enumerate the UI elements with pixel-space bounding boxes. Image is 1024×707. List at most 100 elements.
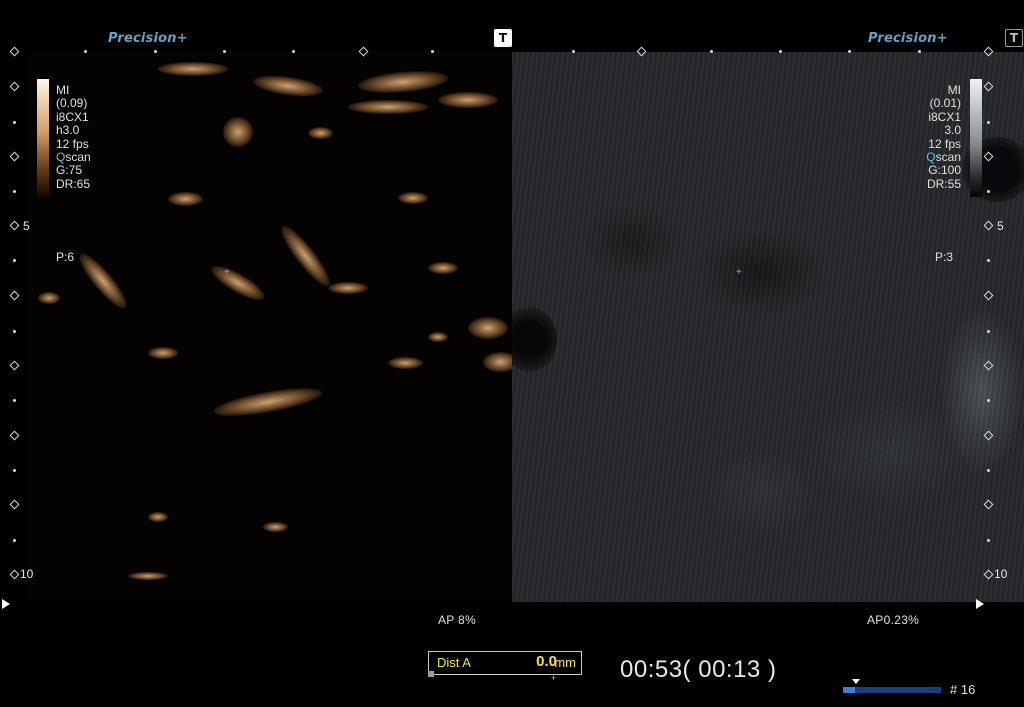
contrast-signal: [252, 72, 324, 100]
lateral-scale-dot: [779, 50, 782, 53]
depth-label-10-right: 10: [994, 567, 1008, 581]
contrast-image-pane[interactable]: +: [28, 52, 512, 602]
cine-timer: 00:53( 00:13 ): [620, 656, 777, 683]
depth-scale-dot: [987, 469, 990, 472]
contrast-signal: [468, 317, 508, 339]
cine-progress-fill: [843, 687, 855, 693]
depth-scale-marker-icon: [9, 360, 20, 371]
depth-scale-dot: [13, 259, 16, 262]
param-freq: h3.0: [56, 123, 80, 138]
depth-scale-dot: [987, 190, 990, 193]
contrast-colormap-bar: [37, 79, 49, 197]
depth-scale-dot: [987, 259, 990, 262]
distance-unit: mm: [554, 655, 576, 670]
contrast-signal: [348, 100, 428, 114]
param-fps: 12 fps: [928, 136, 961, 151]
contrast-signal: [357, 68, 449, 96]
depth-scale-dot: [13, 330, 16, 333]
lateral-scale-dot: [154, 50, 157, 53]
contrast-signal: [168, 192, 203, 206]
focus-crosshair-icon: +: [224, 267, 230, 278]
param-persistence-left: P:6: [56, 250, 75, 264]
param-persistence-right: P:3: [935, 250, 954, 264]
depth-scale-dot: [987, 539, 990, 542]
contrast-signal: [275, 220, 336, 292]
cine-progress-bar[interactable]: [843, 687, 941, 693]
param-probe: i8CX1: [56, 109, 89, 124]
distance-label: Dist A: [437, 655, 471, 670]
contrast-signal: [428, 262, 458, 274]
contrast-signal: [263, 522, 288, 532]
depth-scale-dot: [13, 399, 16, 402]
lateral-scale-dot: [710, 50, 713, 53]
contrast-signal: [207, 260, 269, 306]
param-freq: 3.0: [944, 123, 961, 138]
param-mi-value: (0.09): [56, 96, 88, 111]
qscan-q-letter: Q: [926, 150, 936, 165]
depth-label-5-right: 5: [997, 219, 1004, 233]
depth-scale-dot: [987, 121, 990, 124]
lateral-scale-marker-icon: [9, 46, 20, 57]
contrast-signal: [308, 127, 333, 139]
contrast-signal: [398, 192, 428, 204]
t-toggle-left-button[interactable]: T: [494, 29, 512, 47]
param-qscan: Qscan: [926, 150, 961, 165]
orientation-marker-icon: [976, 599, 984, 609]
vessel-shadow: [512, 307, 557, 372]
depth-scale-marker-icon: [9, 430, 20, 441]
depth-scale-marker-icon: [9, 220, 20, 231]
right-imaging-params: MI (0.01) i8CX1 3.0 12 fps Qscan G:100 D…: [926, 83, 961, 191]
contrast-signal: [38, 292, 60, 304]
param-qscan: Qscan: [56, 150, 91, 165]
depth-scale-dot: [13, 539, 16, 542]
depth-scale-marker-icon: [9, 151, 20, 162]
acoustic-power-left: AP 8%: [438, 613, 476, 627]
orientation-marker-icon: [2, 599, 10, 609]
contrast-signal: [158, 62, 228, 76]
t-toggle-right-button[interactable]: T: [1005, 29, 1023, 47]
param-gain: G:100: [928, 163, 961, 178]
depth-label-10-left: 10: [20, 567, 34, 581]
contrast-signal: [438, 92, 498, 108]
caliper-marker-icon: [428, 671, 434, 677]
brand-logo-left: Precision+: [108, 31, 188, 46]
depth-scale-dot: [987, 399, 990, 402]
contrast-signal: [128, 572, 168, 580]
grayscale-colormap-bar: [970, 79, 982, 197]
lateral-scale-dot: [848, 50, 851, 53]
depth-scale-marker-icon: [9, 81, 20, 92]
param-mi: MI: [56, 83, 70, 97]
lateral-scale-dot: [84, 50, 87, 53]
contrast-signal: [328, 282, 368, 294]
caliper-cross-icon: +: [551, 673, 557, 683]
contrast-signal: [148, 347, 178, 359]
param-probe: i8CX1: [928, 109, 961, 124]
depth-scale-marker-icon: [9, 569, 20, 580]
lateral-scale-dot: [292, 50, 295, 53]
contrast-signal: [223, 117, 253, 147]
cine-position-marker-icon[interactable]: [852, 679, 860, 684]
depth-label-5-left: 5: [23, 219, 30, 233]
param-mi: MI: [947, 83, 961, 97]
contrast-signal: [148, 512, 168, 522]
lateral-scale-dot: [572, 50, 575, 53]
lateral-scale-dot: [431, 50, 434, 53]
contrast-signal: [483, 352, 512, 372]
distance-measurement-box[interactable]: Dist A 0.0 mm: [428, 651, 582, 675]
depth-scale-dot: [13, 190, 16, 193]
depth-scale-marker-icon: [9, 499, 20, 510]
qscan-q-letter: Q: [56, 150, 66, 165]
depth-scale-dot: [987, 330, 990, 333]
contrast-signal: [428, 332, 448, 342]
param-fps: 12 fps: [56, 136, 89, 151]
param-dynamic-range: DR:65: [56, 176, 91, 191]
depth-scale-dot: [13, 121, 16, 124]
focus-crosshair-icon: +: [736, 267, 742, 278]
frame-number: # 16: [950, 682, 976, 697]
lateral-scale-dot: [223, 50, 226, 53]
brand-logo-right: Precision+: [868, 31, 948, 46]
ultrasound-screen: + + Precision+ Precision+ T T 5 10 5 10 …: [0, 0, 1024, 707]
contrast-signal: [212, 382, 324, 422]
lateral-scale-dot: [918, 50, 921, 53]
contrast-signal: [73, 248, 133, 314]
